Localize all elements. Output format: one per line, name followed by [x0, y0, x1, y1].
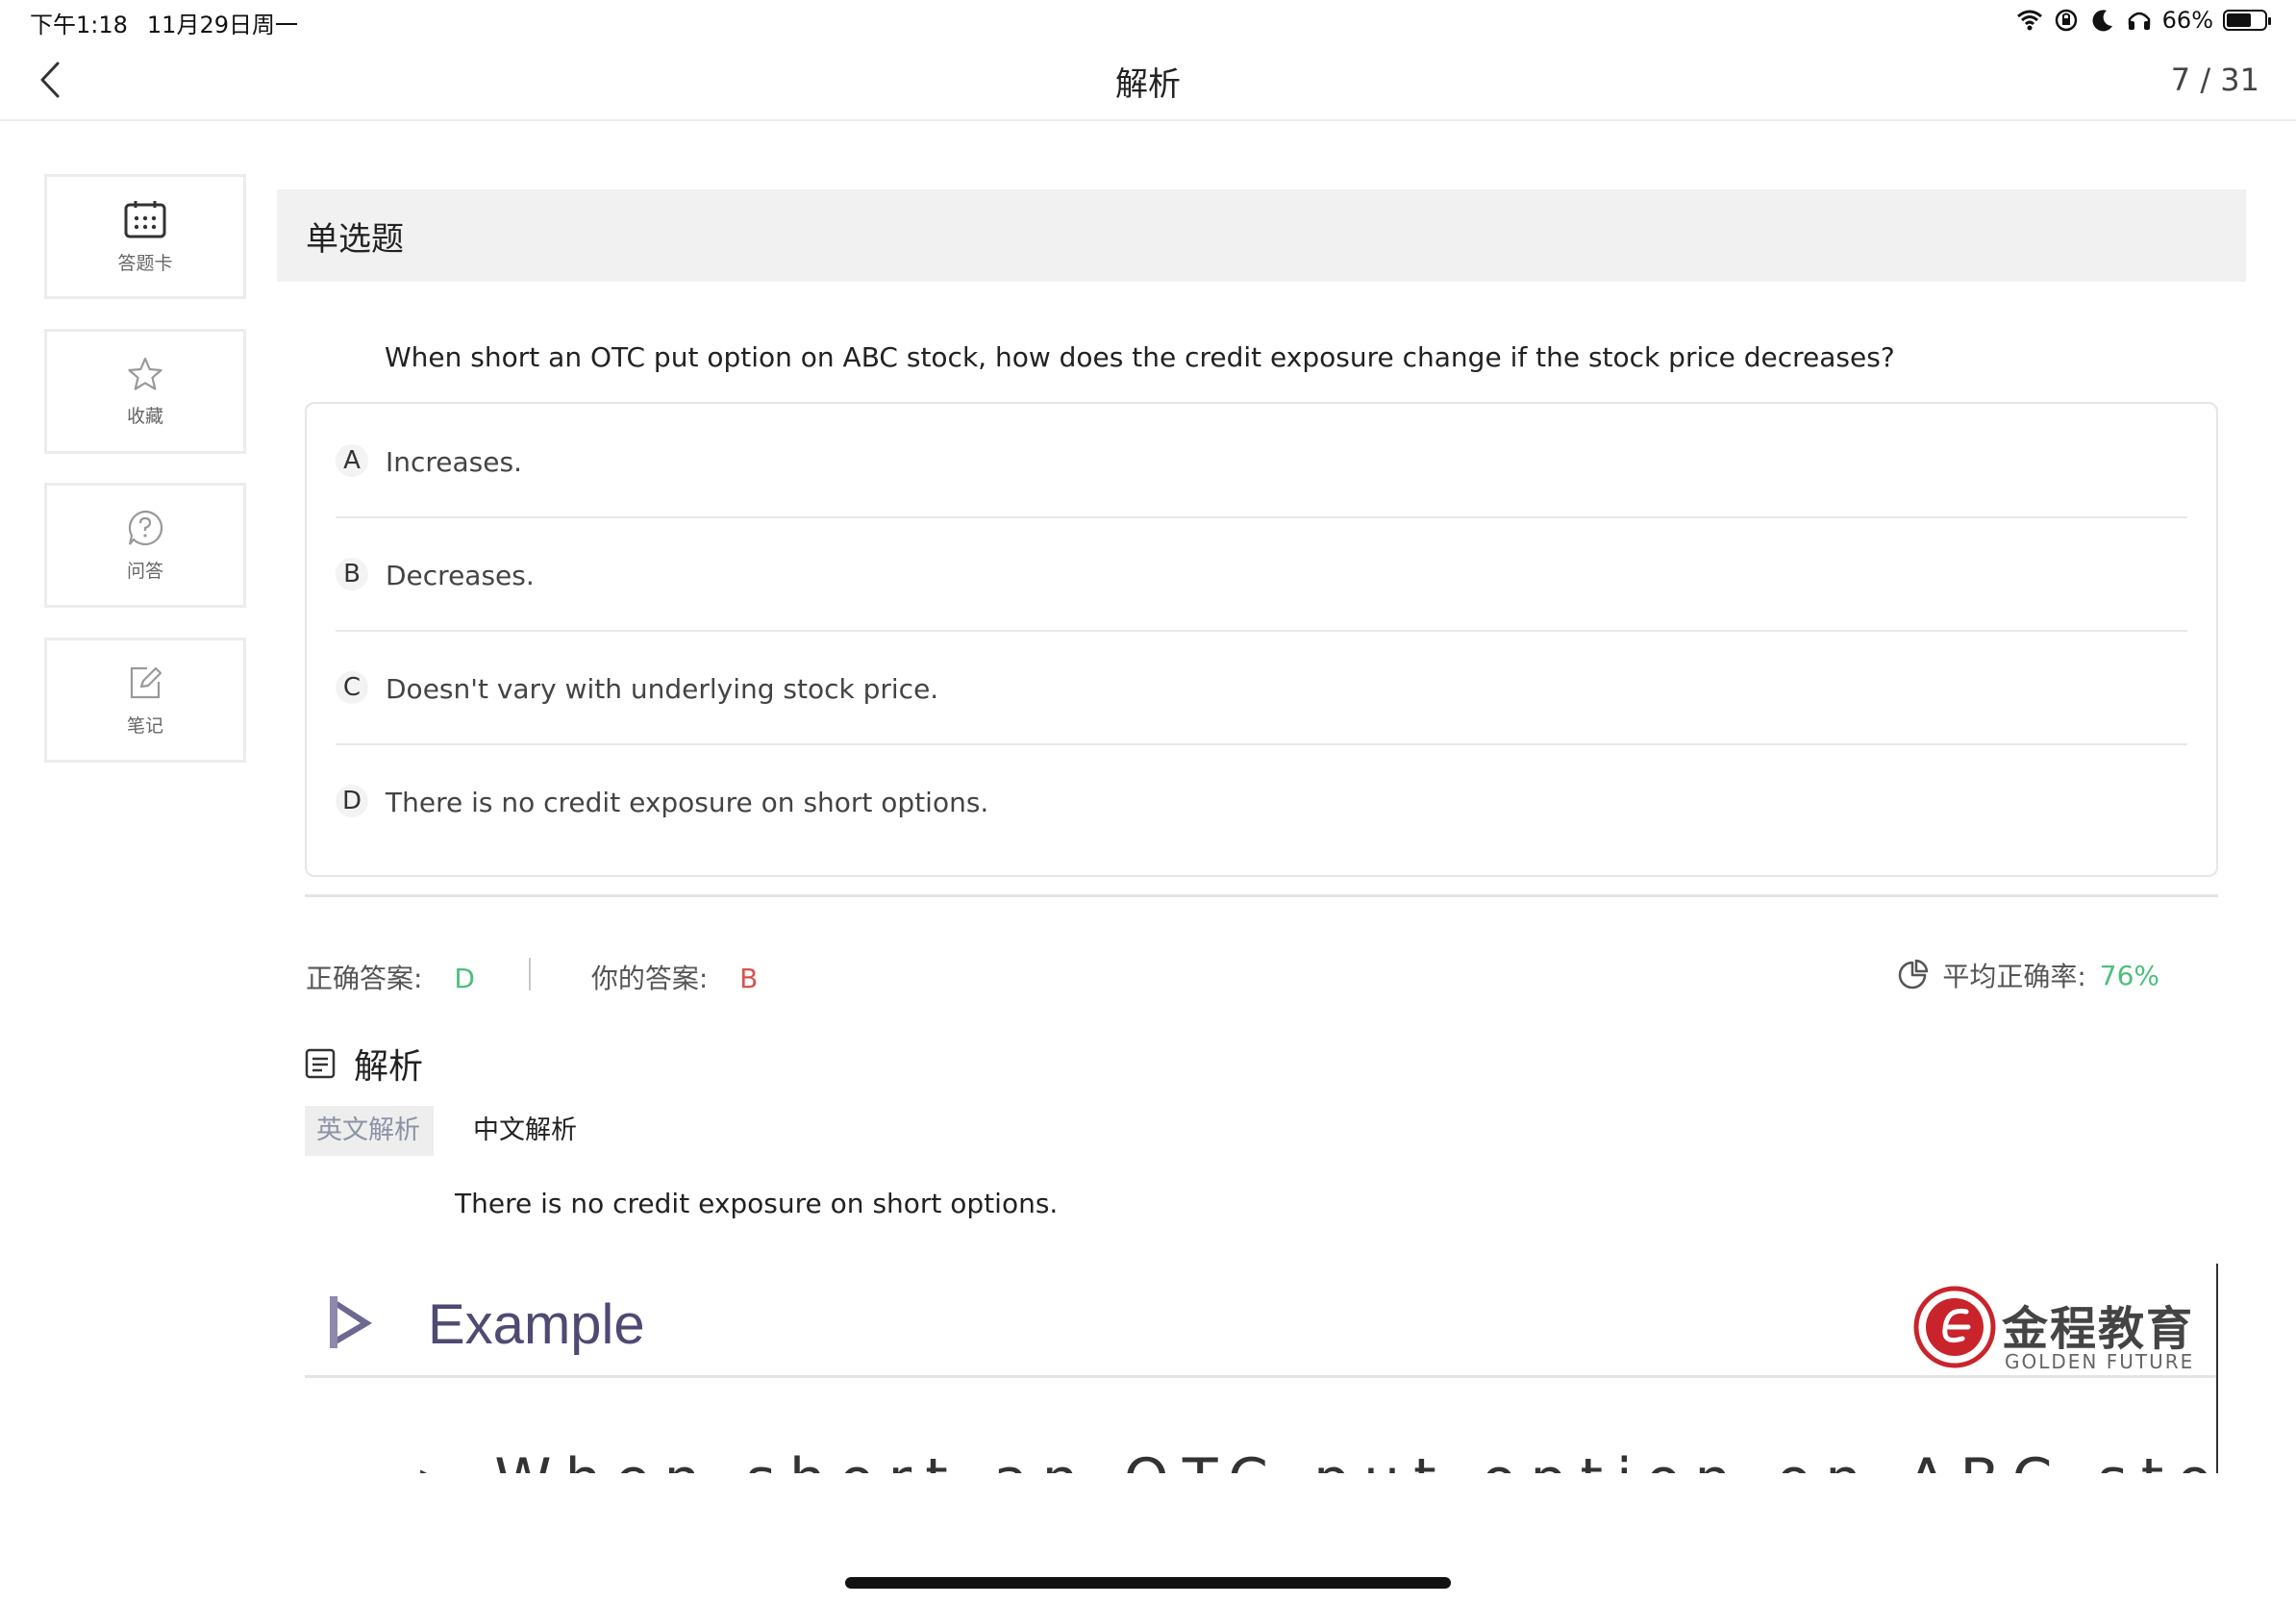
section-divider: [305, 894, 2218, 897]
battery-icon: [2223, 10, 2271, 31]
battery-fill: [2227, 13, 2252, 27]
rotation-lock-icon: [2055, 9, 2077, 32]
option-text: There is no credit exposure on short opt…: [386, 787, 989, 818]
sidebar-item-favorite[interactable]: 收藏: [44, 329, 246, 454]
status-time-date: 下午1:18 11月29日周一: [30, 6, 298, 39]
analysis-heading: 解析: [304, 1039, 423, 1089]
app-root: 下午1:18 11月29日周一 66% 解析 7 / 31 答题卡 收藏 问答 …: [0, 0, 2296, 1604]
battery-percent: 66%: [2161, 7, 2213, 34]
question-type: 单选题: [306, 220, 404, 259]
question-counter: 7 / 31: [2170, 62, 2259, 98]
analysis-text: There is no credit exposure on short opt…: [455, 1188, 1059, 1219]
option-letter: A: [336, 444, 368, 477]
average-accuracy: 平均正确率: 76%: [1896, 954, 2159, 996]
correct-answer-label: 正确答案:: [306, 963, 423, 994]
headphones-icon: [2128, 12, 2150, 30]
answer-divider: [529, 958, 531, 990]
option-b[interactable]: B Decreases.: [336, 517, 2187, 631]
sidebar-item-label: 笔记: [126, 714, 163, 737]
sidebar-item-qa[interactable]: 问答: [44, 483, 246, 608]
sidebar-item-label: 答题卡: [117, 252, 173, 274]
option-text: Doesn't vary with underlying stock price…: [386, 673, 939, 705]
slide-logo-cn: 金程教育: [2002, 1302, 2195, 1356]
tab-chinese-analysis[interactable]: 中文解析: [462, 1106, 588, 1156]
sidebar-item-label: 问答: [126, 560, 163, 582]
sidebar-item-label: 收藏: [126, 405, 163, 427]
option-letter: C: [336, 671, 368, 704]
option-text: Decreases.: [386, 560, 535, 591]
home-indicator[interactable]: [845, 1577, 1451, 1589]
tab-english-analysis[interactable]: 英文解析: [305, 1106, 434, 1156]
pie-chart-icon: [1899, 959, 1929, 990]
sidebar-item-answer-card[interactable]: 答题卡: [44, 174, 246, 299]
golden-future-seal-logo: [1913, 1286, 1996, 1368]
sidebar-item-notes[interactable]: 笔记: [44, 638, 246, 763]
wifi-icon: [2016, 10, 2042, 31]
accuracy-label: 平均正确率:: [1942, 961, 2086, 992]
analysis-title: 解析: [354, 1047, 424, 1087]
moon-icon: [2092, 10, 2112, 32]
edit-note-icon: [130, 666, 162, 698]
your-answer-value: B: [739, 963, 759, 994]
options-list: A Increases. B Decreases. C Doesn't vary…: [305, 402, 2218, 877]
option-text: Increases.: [386, 446, 522, 478]
question-stem: When short an OTC put option on ABC stoc…: [385, 341, 1895, 373]
option-d[interactable]: D There is no credit exposure on short o…: [336, 744, 2187, 858]
slide-logo-en: GOLDEN FUTURE: [2005, 1350, 2195, 1373]
status-time: 下午1:18: [30, 12, 128, 38]
slide-border: [2216, 1264, 2218, 1473]
star-icon: [128, 357, 162, 390]
slide-divider: [305, 1375, 2218, 1378]
correct-answer-value: D: [454, 963, 475, 994]
your-answer-label: 你的答案:: [590, 963, 709, 994]
play-triangle-icon: [330, 1296, 372, 1348]
option-letter: D: [336, 785, 368, 817]
answer-row: 正确答案: D 你的答案: B: [306, 958, 758, 996]
question-bubble-icon: [128, 510, 163, 545]
answer-card-icon: [124, 200, 166, 238]
page-title: 解析: [1115, 65, 1181, 104]
option-letter: B: [336, 558, 368, 590]
question-type-bar: 单选题: [277, 189, 2246, 282]
status-icons: 66%: [2016, 6, 2271, 35]
slide-cut-text: ▸ When short an OTC put option on ABC st…: [420, 1446, 2218, 1473]
slide-title: Example: [428, 1293, 645, 1356]
option-a[interactable]: A Increases.: [336, 404, 2187, 517]
nav-bar: 解析 7 / 31: [0, 42, 2296, 121]
document-icon: [305, 1048, 336, 1079]
analysis-slide-image: Example 金程教育 GOLDEN FUTURE ▸ When short …: [305, 1264, 2218, 1473]
accuracy-value: 76%: [2099, 959, 2159, 991]
status-bar: 下午1:18 11月29日周一 66%: [0, 0, 2296, 42]
status-date: 11月29日周一: [146, 12, 298, 38]
option-c[interactable]: C Doesn't vary with underlying stock pri…: [336, 631, 2187, 744]
